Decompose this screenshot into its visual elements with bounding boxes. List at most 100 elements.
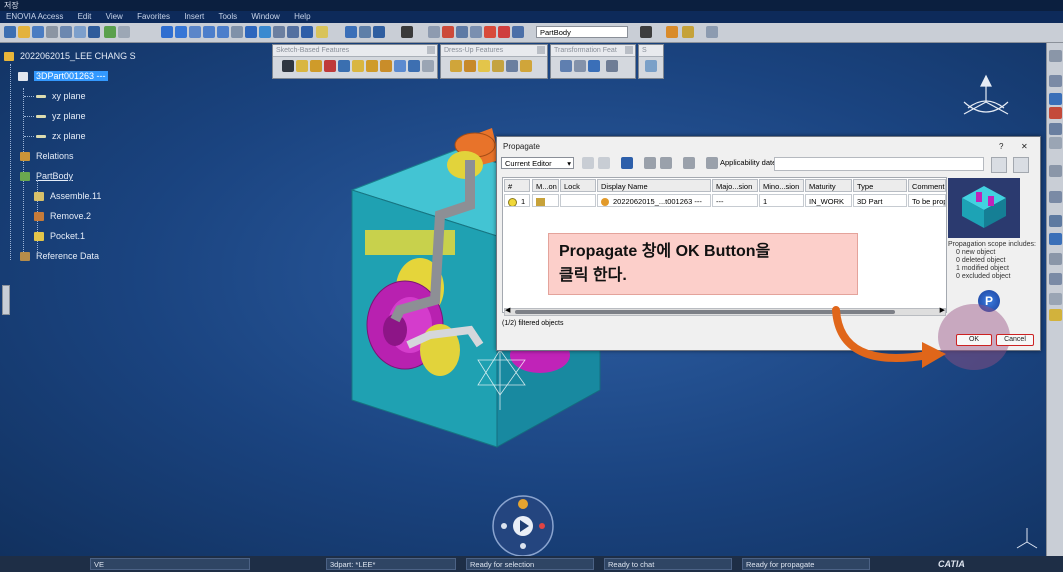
draft-icon[interactable] <box>478 60 490 72</box>
shaft-icon[interactable] <box>310 60 322 72</box>
task-ready-propagate[interactable]: Ready for propagate <box>742 558 870 570</box>
tree-item-yz-plane[interactable]: yz plane <box>36 109 86 123</box>
edit-comment-icon[interactable] <box>991 157 1007 173</box>
col-lock[interactable]: Lock <box>560 179 596 192</box>
measure-icon[interactable] <box>316 26 328 38</box>
menu-enovia[interactable]: ENOVIA Access <box>0 11 69 23</box>
task-start[interactable]: VE <box>90 558 250 570</box>
point-icon[interactable] <box>1049 107 1062 119</box>
panel-close-icon[interactable] <box>537 46 545 54</box>
menu-edit[interactable]: Edit <box>72 11 98 23</box>
left-handle[interactable] <box>2 285 10 315</box>
normal-view-icon[interactable] <box>231 26 243 38</box>
apply-material-tool-icon[interactable] <box>1049 233 1062 245</box>
slot-icon[interactable] <box>366 60 378 72</box>
navigation-widget-icon[interactable] <box>490 494 556 556</box>
apply-material-icon[interactable] <box>682 26 694 38</box>
menu-help[interactable]: Help <box>288 11 316 23</box>
tree-item-pocket[interactable]: Pocket.1 <box>34 229 85 243</box>
catalog-icon[interactable] <box>470 26 482 38</box>
tree-root[interactable]: 2022062015_LEE CHANG S <box>4 49 136 63</box>
compass-icon[interactable] <box>958 72 1014 122</box>
multi-pad-icon[interactable] <box>408 60 420 72</box>
cut-icon[interactable] <box>60 26 72 38</box>
help-button[interactable]: ? <box>999 137 1003 156</box>
col-index[interactable]: # <box>504 179 530 192</box>
print-icon[interactable] <box>46 26 58 38</box>
pocket-feature-icon[interactable] <box>296 60 308 72</box>
axis-icon[interactable] <box>1049 253 1062 265</box>
col-comment[interactable]: Comment <box>908 179 946 192</box>
refresh-list-icon[interactable] <box>683 157 695 169</box>
formula-icon[interactable] <box>1049 191 1062 203</box>
annotation-icon[interactable] <box>1049 309 1062 321</box>
loft-icon[interactable] <box>380 60 392 72</box>
new-icon[interactable] <box>4 26 16 38</box>
groove-icon[interactable] <box>324 60 336 72</box>
col-minor[interactable]: Mino...sion <box>759 179 804 192</box>
tree-item-zx-plane[interactable]: zx plane <box>36 129 86 143</box>
expand-icon[interactable] <box>644 157 656 169</box>
undo-icon[interactable] <box>88 26 100 38</box>
col-type[interactable]: Type <box>853 179 907 192</box>
col-maturity[interactable]: Maturity <box>805 179 852 192</box>
swap-visible-icon[interactable] <box>301 26 313 38</box>
tree-item-relations[interactable]: Relations <box>20 149 74 163</box>
tree-item-xy-plane[interactable]: xy plane <box>36 89 86 103</box>
line-icon[interactable] <box>1049 123 1062 135</box>
zoom-out-icon[interactable] <box>217 26 229 38</box>
filter-icon[interactable] <box>621 157 633 169</box>
open-icon[interactable] <box>18 26 30 38</box>
tree-item-reference-data[interactable]: Reference Data <box>20 249 99 263</box>
close-button[interactable]: ✕ <box>1021 137 1028 156</box>
constraint-icon[interactable] <box>373 26 385 38</box>
surface-icon[interactable] <box>645 60 657 72</box>
hide-show-icon[interactable] <box>287 26 299 38</box>
analysis-icon[interactable] <box>1049 215 1062 227</box>
refresh-tool-icon[interactable] <box>498 26 510 38</box>
solid-combine-icon[interactable] <box>394 60 406 72</box>
target-icon[interactable] <box>442 26 454 38</box>
task-3dpart[interactable]: 3dpart: *LEE* <box>326 558 456 570</box>
material-icon[interactable] <box>666 26 678 38</box>
task-ready-selection[interactable]: Ready for selection <box>466 558 594 570</box>
cancel-button[interactable]: Cancel <box>996 334 1034 346</box>
menu-favorites[interactable]: Favorites <box>131 11 176 23</box>
applicability-date-field[interactable] <box>774 157 984 171</box>
col-major[interactable]: Majo...sion <box>712 179 758 192</box>
fillet-icon[interactable] <box>450 60 462 72</box>
reference-element-icon[interactable] <box>1049 93 1062 105</box>
select-icon[interactable] <box>1049 165 1062 177</box>
gear-icon[interactable] <box>1049 50 1062 62</box>
pattern-icon[interactable] <box>588 60 600 72</box>
filter-select[interactable]: Current Editor ▾ <box>501 157 574 169</box>
col-modification[interactable]: M...on <box>532 179 559 192</box>
document-icon[interactable] <box>1013 157 1029 173</box>
panel-close-icon[interactable] <box>625 46 633 54</box>
link-icon[interactable] <box>428 26 440 38</box>
ok-button[interactable]: OK <box>956 334 992 346</box>
measure-tool-icon[interactable] <box>1049 293 1062 305</box>
boolean-icon[interactable] <box>1049 273 1062 285</box>
zoom-in-icon[interactable] <box>203 26 215 38</box>
tree-part[interactable]: 3DPart001263 --- <box>18 69 108 83</box>
sketch-icon[interactable] <box>345 26 357 38</box>
save-icon[interactable] <box>32 26 44 38</box>
sketcher-icon[interactable] <box>1049 75 1062 87</box>
zoom-out-icon[interactable] <box>598 157 610 169</box>
plane-tool-icon[interactable] <box>1049 137 1062 149</box>
pad-icon[interactable] <box>282 60 294 72</box>
calendar-icon[interactable] <box>706 157 718 169</box>
task-ready-chat[interactable]: Ready to chat <box>604 558 732 570</box>
mirror-icon[interactable] <box>574 60 586 72</box>
stiffener-icon[interactable] <box>422 60 434 72</box>
collapse-icon[interactable] <box>660 157 672 169</box>
workbench-select[interactable]: PartBody <box>536 26 628 38</box>
menu-window[interactable]: Window <box>245 11 285 23</box>
camera-icon[interactable] <box>401 26 413 38</box>
rotate-icon[interactable] <box>189 26 201 38</box>
shell-icon[interactable] <box>492 60 504 72</box>
scroll-left-icon[interactable]: ◀ <box>505 306 510 314</box>
search-icon[interactable] <box>118 26 130 38</box>
tree-item-partbody[interactable]: PartBody <box>20 169 73 183</box>
